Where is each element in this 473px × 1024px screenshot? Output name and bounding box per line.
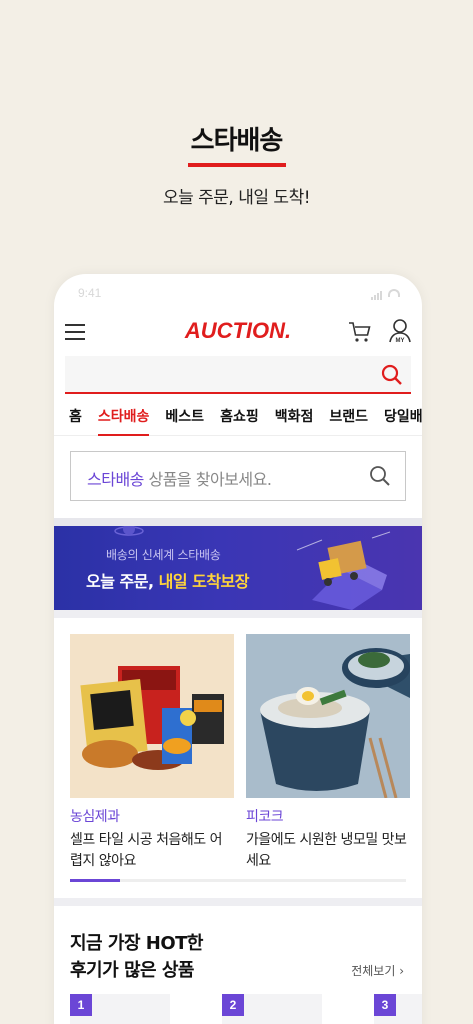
- tab-brand[interactable]: 브랜드: [321, 400, 376, 436]
- product-card[interactable]: 피코크 가을에도 시원한 냉모밀 맛보세요: [246, 634, 410, 872]
- tab-home[interactable]: 홈: [54, 400, 90, 436]
- tab-same-day[interactable]: 당일배: [376, 400, 422, 436]
- status-bar: 9:41: [78, 284, 400, 304]
- app-header: AUCTION. MY: [54, 314, 422, 352]
- svg-text:MY: MY: [396, 338, 405, 344]
- ranked-product-card[interactable]: 3: [374, 994, 422, 1024]
- product-image[interactable]: [246, 634, 410, 798]
- view-all-link[interactable]: 전체보기 ›: [351, 962, 404, 979]
- rank-badge: 1: [70, 994, 92, 1016]
- banner-tagline: 배송의 신세계 스타배송: [106, 548, 221, 562]
- rank-badge: 3: [374, 994, 396, 1016]
- my-account-icon[interactable]: MY: [388, 318, 412, 346]
- banner-headline-a: 오늘 주문,: [86, 572, 159, 591]
- ranked-product-card[interactable]: 1: [70, 994, 170, 1024]
- main-search-input[interactable]: [65, 356, 411, 394]
- snack-products-illustration: [80, 666, 224, 770]
- promo-underline: [188, 163, 286, 167]
- planet-icon: [114, 526, 144, 536]
- delivery-truck-icon: [296, 531, 391, 610]
- search-icon[interactable]: [381, 364, 403, 386]
- product-card[interactable]: 농심제과 셀프 타일 시공 처음해도 어렵지 않아요: [70, 634, 234, 872]
- product-brand: 피코크: [246, 809, 284, 825]
- phone-frame: 9:41 AUCTION. MY 홈 스타배송 베스트 홈쇼핑 백화점 브랜드 …: [54, 274, 422, 1024]
- carousel-progress-fill: [70, 879, 121, 882]
- status-time: 9:41: [78, 286, 102, 300]
- product-description: 가을에도 시원한 냉모밀 맛보세요: [246, 832, 407, 869]
- cold-noodle-illustration: [246, 634, 410, 798]
- wifi-icon: [388, 289, 400, 297]
- tab-department-store[interactable]: 백화점: [267, 400, 322, 436]
- star-search-brand: 스타배송: [87, 470, 144, 489]
- cart-icon[interactable]: [348, 320, 372, 344]
- hot-title-line1: 지금 가장 HOT한: [70, 933, 203, 954]
- section-divider: [54, 898, 422, 906]
- product-description: 셀프 타일 시공 처음해도 어렵지 않아요: [70, 832, 222, 869]
- section-divider: [54, 518, 422, 526]
- search-icon[interactable]: [369, 465, 391, 487]
- tab-star-delivery[interactable]: 스타배송: [90, 400, 158, 436]
- banner-headline: 오늘 주문, 내일 도착보장: [86, 568, 250, 592]
- tab-home-shopping[interactable]: 홈쇼핑: [212, 400, 267, 436]
- nav-tabs: 홈 스타배송 베스트 홈쇼핑 백화점 브랜드 당일배: [54, 400, 422, 436]
- promo-subtitle: 오늘 주문, 내일 도착!: [162, 188, 311, 208]
- carousel-progress-bar: [70, 879, 406, 882]
- section-divider: [54, 610, 422, 618]
- hot-section-title: 지금 가장 HOT한 후기가 많은 상품: [70, 930, 203, 984]
- star-search-placeholder: 상품을 찾아보세요.: [148, 470, 272, 489]
- rank-badge: 2: [222, 994, 244, 1016]
- star-delivery-banner[interactable]: 배송의 신세계 스타배송 오늘 주문, 내일 도착보장: [54, 526, 422, 610]
- tab-best[interactable]: 베스트: [157, 400, 212, 436]
- product-image[interactable]: [70, 634, 234, 798]
- banner-headline-b: 내일 도착보장: [158, 572, 250, 591]
- star-delivery-search-input[interactable]: 스타배송 상품을 찾아보세요.: [70, 451, 406, 501]
- status-icons: [371, 286, 400, 300]
- promo-title: 스타배송: [190, 126, 284, 156]
- signal-icon: [371, 286, 383, 300]
- ranked-product-card[interactable]: 2: [222, 994, 322, 1024]
- hot-title-line2: 후기가 많은 상품: [70, 960, 194, 981]
- product-brand: 농심제과: [70, 809, 120, 825]
